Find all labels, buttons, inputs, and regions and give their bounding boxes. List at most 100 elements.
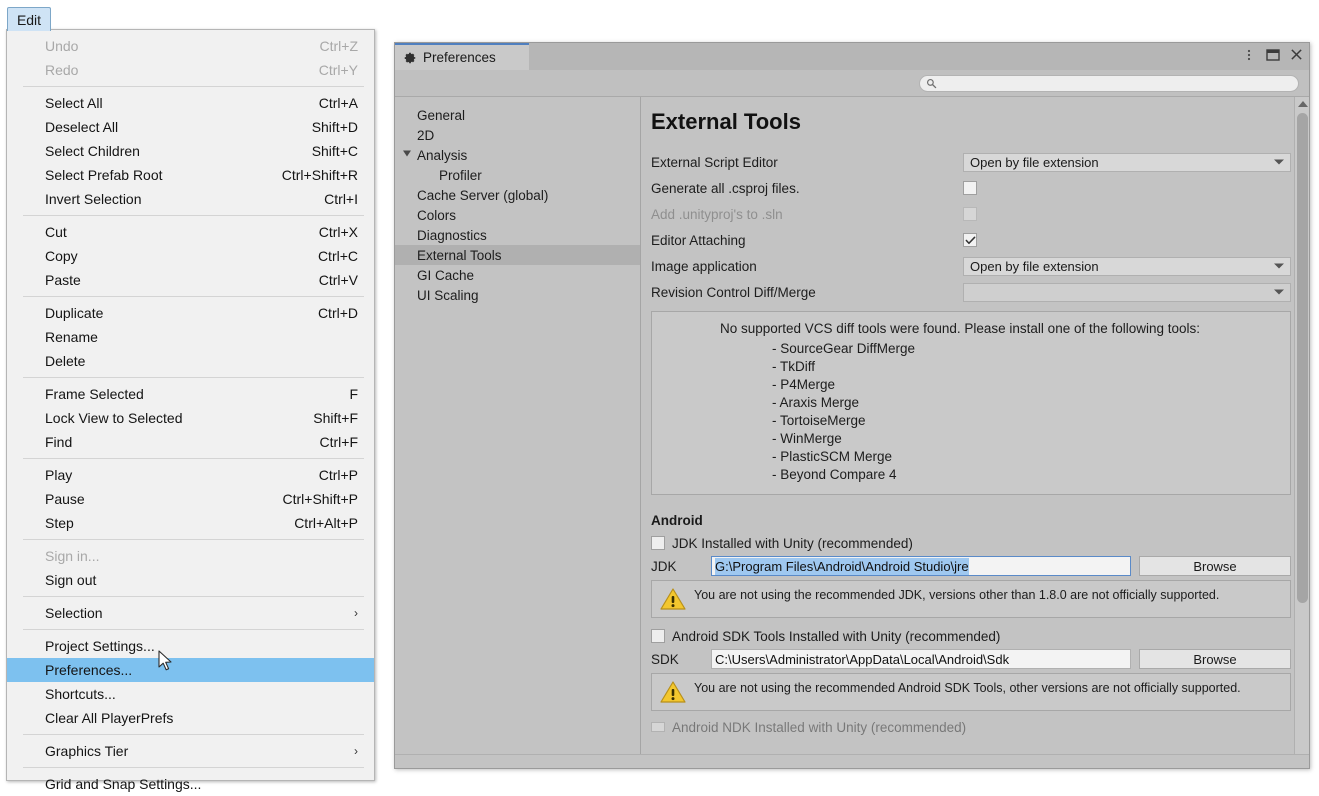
search-field-wrapper[interactable] (919, 74, 1299, 92)
sidebar-item-analysis[interactable]: Analysis (395, 145, 640, 165)
sidebar-item-cache-server-global[interactable]: Cache Server (global) (395, 185, 640, 205)
chevron-right-icon: › (354, 744, 358, 758)
menu-item-delete[interactable]: Delete (7, 349, 374, 373)
menu-item-invert-selection[interactable]: Invert Selection Ctrl+I (7, 187, 374, 211)
menu-item-deselect-all[interactable]: Deselect All Shift+D (7, 115, 374, 139)
menu-item-label: Selection (45, 605, 103, 621)
setting-row-revision-control-diff-merge: Revision Control Diff/Merge (651, 281, 1291, 303)
menu-item-label: Sign out (45, 572, 97, 588)
menu-item-label: Lock View to Selected (45, 410, 183, 426)
dropdown-image-application[interactable]: Open by file extension (963, 256, 1291, 276)
checkbox-add-unityproj-s-to-sln (963, 207, 977, 221)
menu-item-select-all[interactable]: Select All Ctrl+A (7, 91, 374, 115)
menu-item-selection[interactable]: Selection › (7, 601, 374, 625)
jdk-browse-button[interactable]: Browse (1139, 556, 1291, 576)
menu-item-frame-selected[interactable]: Frame Selected F (7, 382, 374, 406)
chevron-down-icon[interactable] (403, 150, 411, 160)
tab-preferences[interactable]: Preferences (395, 43, 529, 70)
edit-dropdown-menu: Undo Ctrl+Z Redo Ctrl+Y Select All Ctrl+A Dese… (6, 29, 375, 792)
scrollbar-thumb[interactable] (1297, 113, 1308, 603)
content-vertical-scrollbar[interactable] (1294, 97, 1309, 767)
sidebar-item-external-tools[interactable]: External Tools (395, 245, 640, 265)
preferences-search-bar (395, 70, 1309, 97)
menu-item-graphics-tier[interactable]: Graphics Tier › (7, 739, 374, 763)
menu-item-step[interactable]: Step Ctrl+Alt+P (7, 511, 374, 535)
menu-separator (23, 596, 364, 597)
menu-item-label: Paste (45, 272, 81, 288)
menu-item-cut[interactable]: Cut Ctrl+X (7, 220, 374, 244)
vcs-tool-item: - WinMerge (772, 431, 842, 446)
sidebar-item-profiler[interactable]: Profiler (395, 165, 640, 185)
sdk-path-label: SDK (651, 651, 679, 667)
sidebar-item-ui-scaling[interactable]: UI Scaling (395, 285, 640, 305)
jdk-warning-box: You are not using the recommended JDK, v… (651, 580, 1291, 618)
jdk-path-field[interactable]: G:\Program Files\Android\Android Studio\… (711, 556, 1131, 576)
jdk-unity-checkbox-row[interactable]: JDK Installed with Unity (recommended) (651, 533, 1291, 553)
menu-separator (23, 629, 364, 630)
kebab-menu-icon[interactable] (1241, 47, 1256, 62)
menu-separator (23, 215, 364, 216)
menu-item-pause[interactable]: Pause Ctrl+Shift+P (7, 487, 374, 511)
close-icon[interactable] (1289, 47, 1304, 62)
menu-item-accelerator: Ctrl+C (317, 248, 358, 264)
titlebar-empty-area (529, 43, 1309, 70)
sidebar-item-colors[interactable]: Colors (395, 205, 640, 225)
menu-item-select-prefab-root[interactable]: Select Prefab Root Ctrl+Shift+R (7, 163, 374, 187)
jdk-unity-checkbox-label: JDK Installed with Unity (recommended) (672, 535, 913, 551)
sidebar-item-2d[interactable]: 2D (395, 125, 640, 145)
setting-row-generate-all-csproj-files: Generate all .csproj files. (651, 177, 1291, 199)
menu-item-label: Delete (45, 353, 86, 369)
dropdown-external-script-editor[interactable]: Open by file extension (963, 152, 1291, 172)
menu-item-sign-out[interactable]: Sign out (7, 568, 374, 592)
check-icon (965, 236, 975, 244)
sdk-unity-checkbox-row[interactable]: Android SDK Tools Installed with Unity (… (651, 626, 1291, 646)
setting-label-editor-attaching: Editor Attaching (651, 232, 746, 248)
menu-item-play[interactable]: Play Ctrl+P (7, 463, 374, 487)
menu-item-find[interactable]: Find Ctrl+F (7, 430, 374, 454)
menu-item-copy[interactable]: Copy Ctrl+C (7, 244, 374, 268)
menubar-edit-tab[interactable]: Edit (7, 7, 51, 31)
menu-item-accelerator: Ctrl+I (324, 191, 358, 207)
menu-item-shortcuts[interactable]: Shortcuts... (7, 682, 374, 706)
setting-label-image-application: Image application (651, 258, 757, 274)
menu-item-label: Select Children (45, 143, 140, 159)
sidebar-item-diagnostics[interactable]: Diagnostics (395, 225, 640, 245)
setting-label-add-unityproj-s-to-sln: Add .unityproj's to .sln (651, 206, 783, 222)
setting-row-image-application: Image application Open by file extension (651, 255, 1291, 277)
sdk-path-row: SDK C:\Users\Administrator\AppData\Local… (651, 648, 1291, 670)
checkbox-editor-attaching[interactable] (963, 233, 977, 247)
menu-item-paste[interactable]: Paste Ctrl+V (7, 268, 374, 292)
search-input[interactable] (941, 77, 1271, 89)
menu-item-rename[interactable]: Rename (7, 325, 374, 349)
preferences-content-panel: External Tools External Script Editor Ope… (641, 97, 1309, 767)
ndk-unity-checkbox[interactable] (651, 722, 665, 732)
dropdown-revision-control-diff-merge[interactable] (963, 282, 1291, 302)
scroll-up-arrow-icon[interactable] (1295, 97, 1309, 110)
menu-item-accelerator: Ctrl+F (319, 434, 359, 450)
menu-item-grid-and-snap-settings[interactable]: Grid and Snap Settings... (7, 772, 374, 796)
chevron-down-icon (1274, 159, 1284, 165)
sdk-browse-button[interactable]: Browse (1139, 649, 1291, 669)
menu-item-label: Sign in... (45, 548, 100, 564)
menu-item-clear-all-playerprefs[interactable]: Clear All PlayerPrefs (7, 706, 374, 730)
maximize-icon[interactable] (1265, 47, 1280, 62)
menu-item-label: Frame Selected (45, 386, 144, 402)
sdk-unity-checkbox[interactable] (651, 629, 665, 643)
menu-item-duplicate[interactable]: Duplicate Ctrl+D (7, 301, 374, 325)
menu-item-select-children[interactable]: Select Children Shift+C (7, 139, 374, 163)
warning-icon (660, 681, 686, 703)
jdk-unity-checkbox[interactable] (651, 536, 665, 550)
menu-item-accelerator: Shift+F (313, 410, 358, 426)
sdk-path-field[interactable]: C:\Users\Administrator\AppData\Local\And… (711, 649, 1131, 669)
menu-item-preferences[interactable]: Preferences... (7, 658, 374, 682)
menu-item-project-settings[interactable]: Project Settings... (7, 634, 374, 658)
menu-item-accelerator: Ctrl+Shift+P (282, 491, 358, 507)
checkbox-generate-all-csproj-files[interactable] (963, 181, 977, 195)
preferences-titlebar: Preferences (395, 43, 1309, 70)
sidebar-item-general[interactable]: General (395, 105, 640, 125)
sidebar-item-gi-cache[interactable]: GI Cache (395, 265, 640, 285)
sdk-warning-box: You are not using the recommended Androi… (651, 673, 1291, 711)
ndk-unity-checkbox-row[interactable]: Android NDK Installed with Unity (recomm… (651, 719, 1291, 735)
menu-item-lock-view-to-selected[interactable]: Lock View to Selected Shift+F (7, 406, 374, 430)
menu-item-accelerator: Ctrl+D (317, 305, 358, 321)
